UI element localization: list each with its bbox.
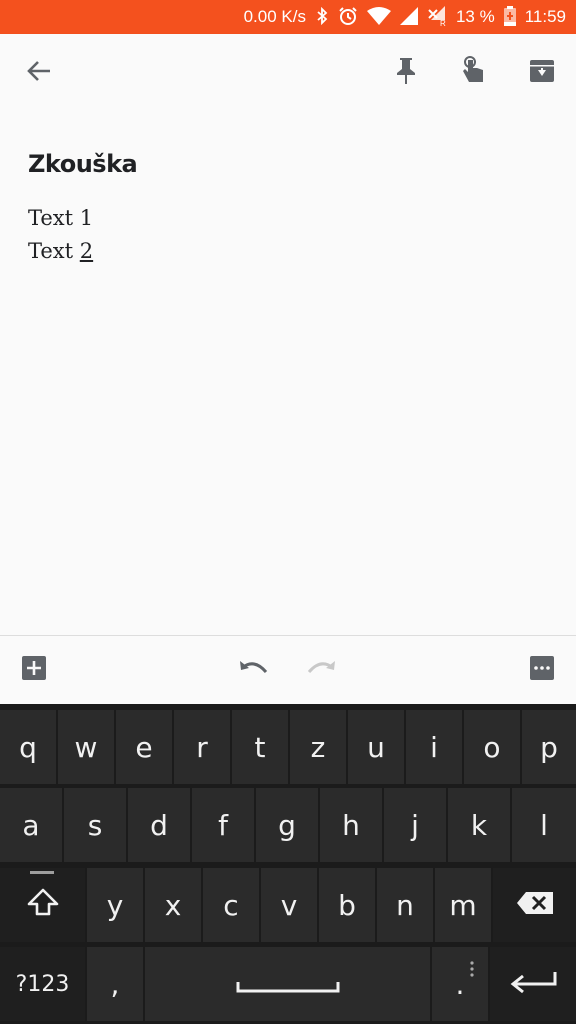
key-i[interactable]: i — [406, 710, 464, 784]
note-title[interactable]: Zkouška — [28, 150, 138, 178]
undo-button[interactable] — [238, 654, 270, 686]
shift-indicator — [30, 871, 54, 874]
status-bar: 0.00 K/s R 13 % 11:59 — [0, 0, 576, 34]
soft-keyboard: q w e r t z u i o p a s d f g h j k l y … — [0, 704, 576, 1024]
app-bar — [0, 34, 576, 112]
pin-icon — [395, 57, 417, 90]
composing-text: 2 — [79, 239, 94, 263]
comma-key[interactable]: , — [87, 947, 145, 1021]
wifi-icon — [366, 6, 391, 28]
key-t[interactable]: t — [232, 710, 290, 784]
back-button[interactable] — [18, 52, 60, 94]
key-r[interactable]: r — [174, 710, 232, 784]
key-g[interactable]: g — [256, 788, 320, 862]
add-button[interactable] — [18, 654, 50, 686]
alarm-icon — [338, 6, 358, 29]
key-e[interactable]: e — [116, 710, 174, 784]
key-o[interactable]: o — [464, 710, 522, 784]
key-h[interactable]: h — [320, 788, 384, 862]
key-l[interactable]: l — [512, 788, 576, 862]
battery-charging-icon — [503, 5, 516, 29]
key-k[interactable]: k — [448, 788, 512, 862]
arrow-left-icon — [26, 58, 52, 89]
key-n[interactable]: n — [377, 868, 435, 942]
archive-button[interactable] — [521, 52, 563, 94]
more-icon — [529, 655, 555, 686]
key-v[interactable]: v — [261, 868, 319, 942]
enter-key[interactable] — [490, 947, 576, 1021]
backspace-key[interactable] — [493, 868, 576, 942]
space-key[interactable] — [145, 947, 432, 1021]
key-c[interactable]: c — [203, 868, 261, 942]
undo-icon — [238, 658, 270, 683]
key-y[interactable]: y — [87, 868, 145, 942]
key-d[interactable]: d — [128, 788, 192, 862]
key-p[interactable]: p — [522, 710, 576, 784]
key-s[interactable]: s — [64, 788, 128, 862]
svg-text:R: R — [440, 19, 446, 26]
period-key[interactable]: . — [432, 947, 490, 1021]
key-q[interactable]: q — [0, 710, 58, 784]
bluetooth-icon — [315, 6, 329, 28]
key-w[interactable]: w — [58, 710, 116, 784]
more-button[interactable] — [526, 654, 558, 686]
clock: 11:59 — [524, 7, 566, 26]
add-box-icon — [21, 655, 47, 686]
reminder-button[interactable] — [452, 52, 494, 94]
key-j[interactable]: j — [384, 788, 448, 862]
more-symbols-dots-icon — [470, 951, 474, 977]
symbols-key[interactable]: ?123 — [0, 947, 87, 1021]
key-f[interactable]: f — [192, 788, 256, 862]
editor-toolbar — [0, 635, 576, 704]
key-m[interactable]: m — [435, 868, 493, 942]
note-line: Text 2 — [28, 239, 94, 263]
archive-icon — [529, 59, 555, 88]
shift-icon — [27, 888, 59, 923]
key-b[interactable]: b — [319, 868, 377, 942]
note-editor[interactable]: Zkouška Text 1 Text 2 — [0, 112, 576, 635]
key-x[interactable]: x — [145, 868, 203, 942]
redo-icon — [305, 658, 337, 683]
battery-percent: 13 % — [455, 7, 495, 26]
signal-icon — [399, 6, 418, 28]
network-speed: 0.00 K/s — [243, 7, 306, 26]
key-a[interactable]: a — [0, 788, 64, 862]
note-line: Text 1 — [28, 206, 94, 230]
note-body[interactable]: Text 1 Text 2 — [28, 202, 93, 268]
redo-button[interactable] — [305, 654, 337, 686]
pin-button[interactable] — [385, 52, 427, 94]
key-u[interactable]: u — [348, 710, 406, 784]
backspace-icon — [516, 889, 554, 922]
reminder-finger-icon — [459, 55, 487, 91]
space-bar-icon — [236, 968, 340, 1001]
key-z[interactable]: z — [290, 710, 348, 784]
enter-icon — [509, 968, 557, 1001]
shift-key[interactable] — [0, 868, 87, 942]
signal-roaming-icon: R — [427, 5, 447, 29]
